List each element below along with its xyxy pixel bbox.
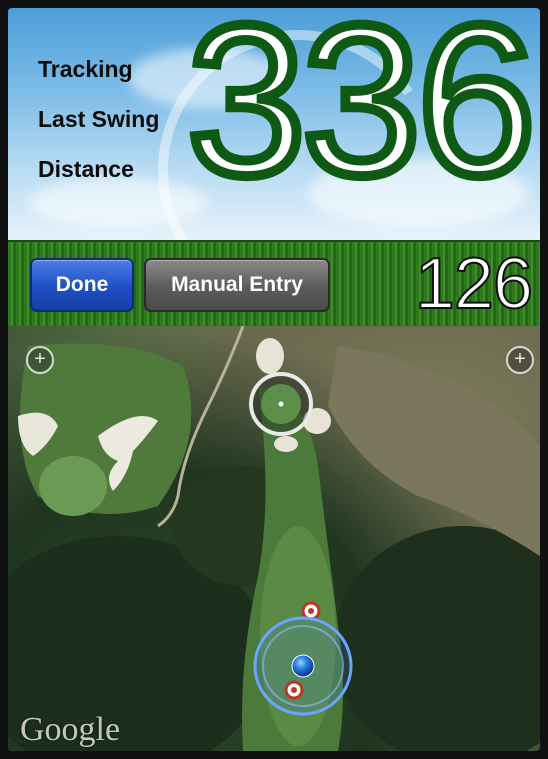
app-frame: Tracking Last Swing Distance 336 Done Ma… [8,8,540,751]
swing-distance-value: 336 [182,8,540,220]
tree-area [333,526,540,751]
course-map[interactable]: + + Google [8,326,540,751]
google-attribution: Google [20,711,121,748]
shot-marker-dot [291,687,297,693]
distance-header: Tracking Last Swing Distance 336 [8,8,540,240]
satellite-imagery [8,326,540,751]
remaining-distance-value: 126 [414,244,534,324]
last-swing-label: Last Swing [38,106,160,132]
distance-label: Distance [38,156,134,182]
action-toolbar: Done Manual Entry 126 [8,240,540,328]
green-left [39,456,107,516]
done-button[interactable]: Done [30,258,134,312]
rough-area [328,346,540,556]
zoom-in-right-button[interactable]: + [506,346,534,374]
tracking-label: Tracking [38,56,133,82]
bunker [274,436,298,452]
bunker [256,338,284,374]
manual-entry-button[interactable]: Manual Entry [144,258,330,312]
pin-dot [278,401,284,407]
current-location-dot[interactable] [291,654,315,678]
shot-marker-dot [308,608,314,614]
zoom-in-left-button[interactable]: + [26,346,54,374]
